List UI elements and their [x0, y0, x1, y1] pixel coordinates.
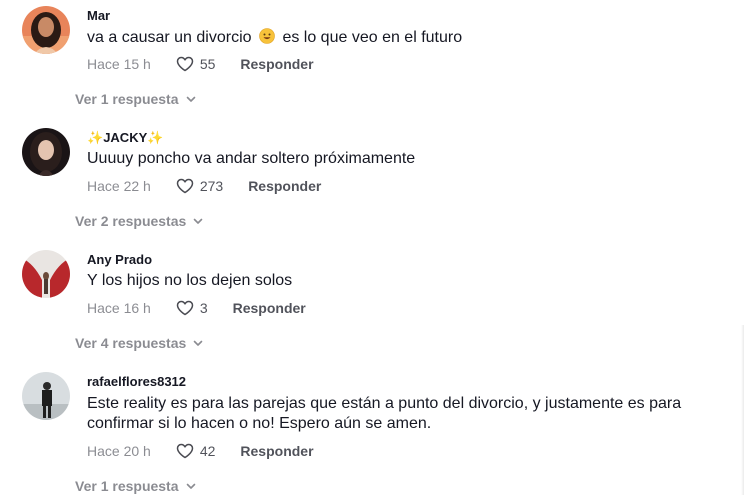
- view-replies-label: Ver 1 respuesta: [75, 478, 179, 494]
- comment-text-line: confirmar si lo hacen o no! Espero aún s…: [87, 415, 432, 432]
- chevron-down-icon: [186, 96, 195, 102]
- view-replies-button[interactable]: Ver 1 respuesta: [75, 476, 197, 496]
- view-replies-button[interactable]: Ver 2 respuestas: [75, 211, 204, 231]
- reply-button[interactable]: Responder: [233, 300, 306, 316]
- comment-username[interactable]: ✨JACKY✨: [87, 130, 163, 146]
- view-replies-label: Ver 1 respuesta: [75, 91, 179, 107]
- view-replies-label: Ver 4 respuestas: [75, 335, 187, 351]
- like-count: 42: [199, 443, 216, 459]
- like-count: 3: [199, 300, 208, 316]
- reply-button[interactable]: Responder: [240, 443, 313, 459]
- comment-time: Hace 22 h: [87, 178, 151, 194]
- heart-outline-icon: [176, 178, 194, 194]
- like-count: 273: [199, 178, 224, 194]
- comment-meta: Hace 16 h 3 Responder: [87, 298, 306, 318]
- avatar[interactable]: [22, 250, 70, 298]
- avatar-image: [22, 6, 70, 54]
- avatar-image: [22, 250, 70, 298]
- view-replies-button[interactable]: Ver 4 respuestas: [75, 333, 204, 353]
- like-button[interactable]: 3: [176, 300, 208, 316]
- avatar-image: [22, 128, 70, 176]
- heart-outline-icon: [176, 300, 194, 316]
- comment-text: Uuuuy poncho va andar soltero próximamen…: [87, 150, 416, 167]
- heart-outline-icon: [176, 56, 194, 72]
- comment-text: Y los hijos no los dejen solos: [87, 272, 293, 289]
- chevron-down-icon: [193, 340, 203, 346]
- view-replies-label: Ver 2 respuestas: [75, 213, 187, 229]
- chevron-down-icon: [193, 218, 203, 224]
- comment-meta: Hace 20 h 42 Responder: [87, 441, 314, 461]
- avatar[interactable]: [22, 6, 70, 54]
- avatar[interactable]: [22, 128, 70, 176]
- avatar-image: [22, 372, 70, 420]
- like-button[interactable]: 273: [176, 178, 223, 194]
- reply-button[interactable]: Responder: [248, 178, 321, 194]
- comment-time: Hace 15 h: [87, 56, 151, 72]
- like-button[interactable]: 55: [176, 56, 216, 72]
- comment-username[interactable]: Any Prado: [87, 252, 152, 268]
- comment-username[interactable]: rafaelflores8312: [87, 374, 186, 390]
- like-button[interactable]: 42: [176, 443, 216, 459]
- comment-time: Hace 20 h: [87, 443, 151, 459]
- like-count: 55: [199, 56, 216, 72]
- grinning-face-emoji-icon: [259, 28, 275, 44]
- comment-meta: Hace 15 h 55 Responder: [87, 54, 314, 74]
- chevron-down-icon: [186, 483, 195, 489]
- sparkle-icon: ✨: [147, 130, 164, 145]
- comment-text-line: Este reality es para las parejas que est…: [87, 395, 682, 412]
- comment-username[interactable]: Mar: [87, 8, 110, 24]
- reply-button[interactable]: Responder: [240, 56, 313, 72]
- sparkle-icon: ✨: [87, 130, 104, 145]
- comment-meta: Hace 22 h 273 Responder: [87, 176, 321, 196]
- avatar[interactable]: [22, 372, 70, 420]
- comment-time: Hace 16 h: [87, 300, 151, 316]
- comment-text: va a causar un divorcio es lo que veo en…: [87, 28, 463, 46]
- view-replies-button[interactable]: Ver 1 respuesta: [75, 89, 197, 109]
- heart-outline-icon: [176, 443, 194, 459]
